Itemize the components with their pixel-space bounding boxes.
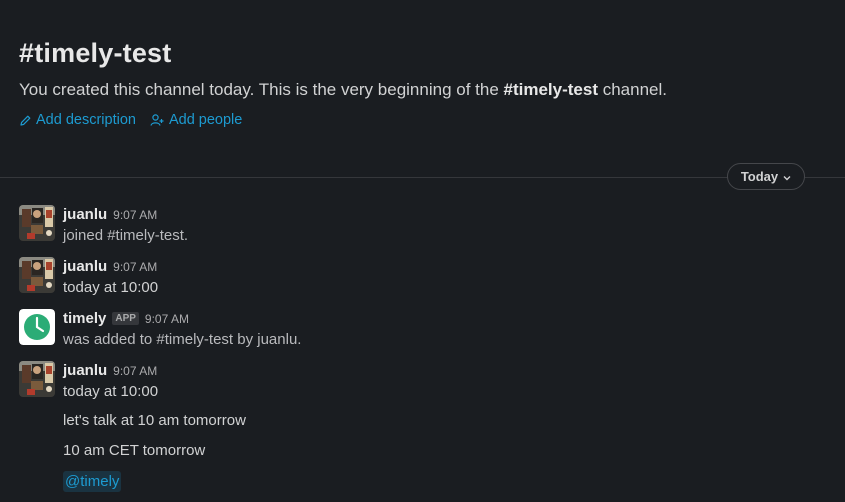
channel-actions: Add description Add people <box>19 112 845 128</box>
intro-text-before: You created this channel today. This is … <box>19 80 504 99</box>
channel-intro: You created this channel today. This is … <box>19 78 845 102</box>
day-divider-line <box>0 177 845 178</box>
message-text: joined #timely-test. <box>63 227 189 244</box>
message-text: today at 10:00 <box>63 279 159 296</box>
message-author[interactable]: juanlu <box>63 361 107 381</box>
add-person-icon <box>150 113 165 127</box>
message-time[interactable]: 9:07 AM <box>113 361 157 381</box>
day-divider-button[interactable]: Today <box>727 163 805 190</box>
message-text: today at 10:00 <box>63 383 159 400</box>
message-author[interactable]: timely <box>63 309 106 329</box>
followup-message[interactable]: 10 am CET tomorrow <box>63 440 205 462</box>
add-description-label: Add description <box>36 112 136 128</box>
message-body: juanlu 9:07 AM today at 10:00 <box>63 257 845 299</box>
intro-text-after: channel. <box>597 80 667 99</box>
avatar[interactable] <box>19 205 55 241</box>
message-text: was added to #timely-test by juanlu. <box>63 331 302 348</box>
message-time[interactable]: 9:07 AM <box>113 257 157 277</box>
mention-link[interactable]: @timely <box>63 471 122 492</box>
channel-title: #timely-test <box>19 38 172 68</box>
timely-avatar[interactable] <box>19 309 55 345</box>
app-badge: APP <box>112 312 139 325</box>
day-divider-label: Today <box>740 169 779 184</box>
message-body: juanlu 9:07 AM today at 10:00 <box>63 361 845 403</box>
avatar[interactable] <box>19 361 55 397</box>
message-author[interactable]: juanlu <box>63 205 107 225</box>
message-meta: timely APP 9:07 AM <box>63 309 845 329</box>
message-time[interactable]: 9:07 AM <box>145 309 189 329</box>
message-body: juanlu 9:07 AM joined #timely-test. <box>63 205 845 247</box>
pencil-icon <box>19 114 32 127</box>
intro-channel-name: #timely-test <box>503 80 598 99</box>
message-meta: juanlu 9:07 AM <box>63 205 845 225</box>
followup-message[interactable]: let's talk at 10 am tomorrow <box>63 410 246 432</box>
avatar[interactable] <box>19 257 55 293</box>
message-meta: juanlu 9:07 AM <box>63 257 845 277</box>
add-people-label: Add people <box>168 112 243 128</box>
add-people-button[interactable]: Add people <box>150 112 242 128</box>
chevron-down-icon <box>783 169 791 184</box>
add-description-button[interactable]: Add description <box>19 112 136 128</box>
message-time[interactable]: 9:07 AM <box>113 205 157 225</box>
message-body: timely APP 9:07 AM was added to #timely-… <box>63 309 845 351</box>
message-meta: juanlu 9:07 AM <box>63 361 845 381</box>
message-author[interactable]: juanlu <box>63 257 107 277</box>
channel-header: #timely-test You created this channel to… <box>19 36 845 128</box>
